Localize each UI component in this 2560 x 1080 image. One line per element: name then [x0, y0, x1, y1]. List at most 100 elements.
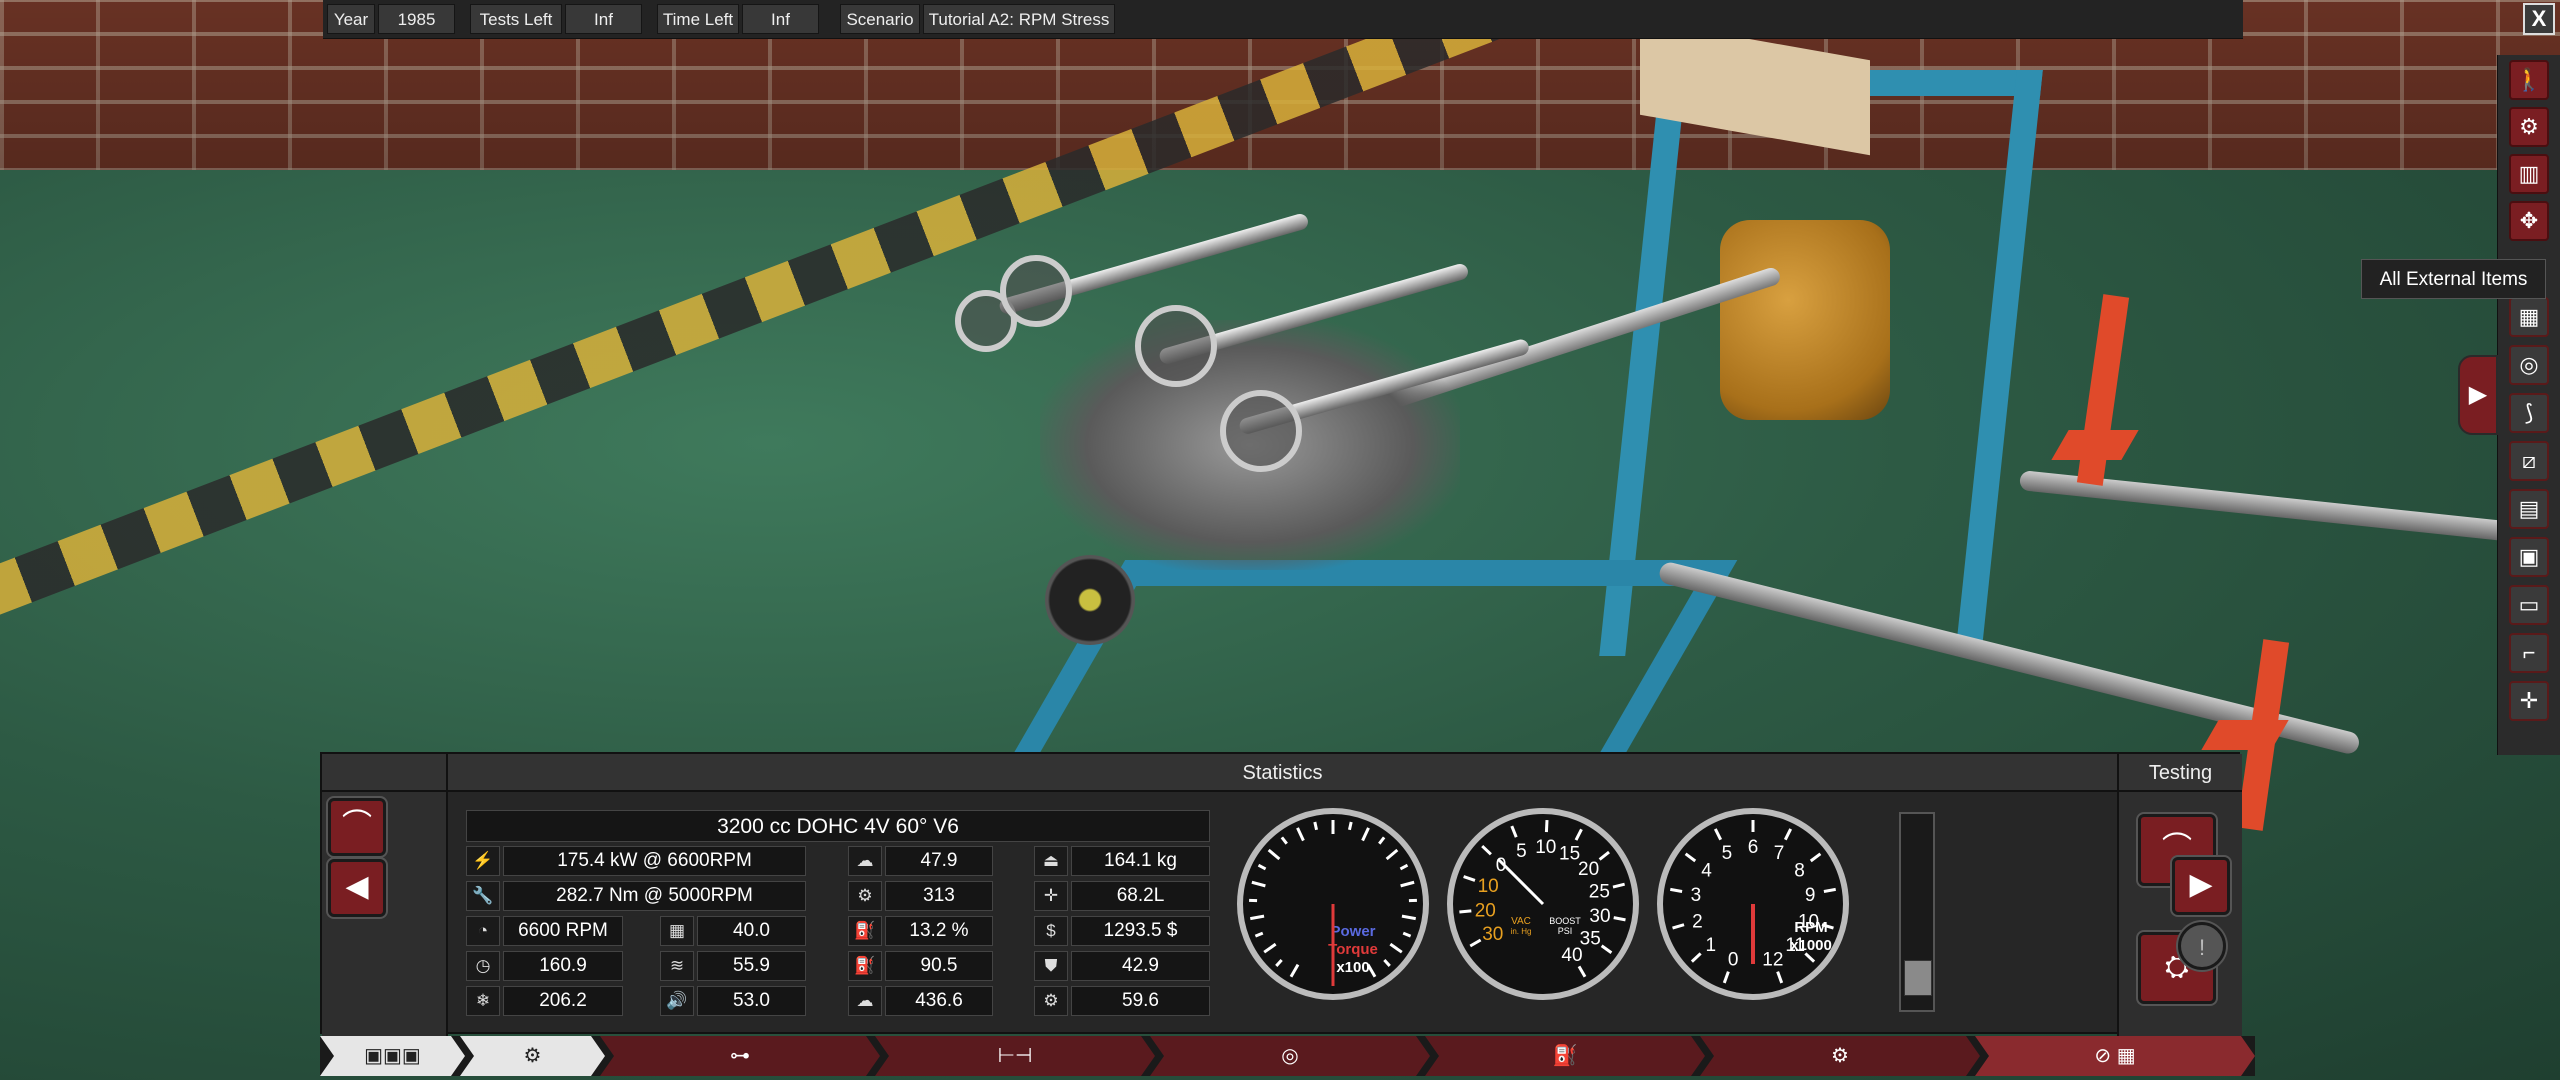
gauge-tick	[1690, 952, 1702, 963]
gauge-tick	[1361, 827, 1370, 842]
cylinder-head-icon[interactable]: ✥	[2509, 201, 2549, 241]
box-icon[interactable]: ▣	[2509, 537, 2549, 577]
gauge-tick	[1684, 852, 1697, 863]
gauge-tick	[1544, 820, 1549, 833]
gauge-tick-label: 30	[1482, 924, 1503, 945]
left-nav-column: ⌒ ◀	[322, 754, 448, 1036]
piston-icon[interactable]: ▥	[2509, 154, 2549, 194]
move-icon[interactable]: ✛	[2509, 681, 2549, 721]
tab-bottom-end[interactable]: ⚙	[460, 1036, 605, 1076]
cost-value: 1293.5 $	[1071, 916, 1210, 946]
warning-icon[interactable]: !	[2178, 922, 2226, 970]
gauge-tick	[1809, 852, 1822, 863]
gauge-tick	[1289, 963, 1300, 978]
stat-value: 436.6	[885, 986, 993, 1016]
gauge-tick	[1510, 825, 1518, 838]
gauge-tick	[1783, 828, 1793, 841]
top-info-bar: Year 1985 Tests Left Inf Time Left Inf S…	[323, 0, 2555, 39]
power-torque-gauge: Power Torque x100	[1237, 808, 1429, 1000]
tab-testing[interactable]: ⊘ ▦	[1975, 1036, 2255, 1076]
next-button[interactable]: ▶	[2172, 857, 2230, 915]
gauge-tick	[1713, 828, 1723, 841]
engine-block-icon[interactable]: ▦	[2509, 297, 2549, 337]
gauge-tick	[1402, 931, 1412, 938]
crankshaft-icon[interactable]: ⚙	[2509, 107, 2549, 147]
turbo-icon[interactable]: ◎	[2509, 345, 2549, 385]
tab-aspiration[interactable]: ◎	[1150, 1036, 1430, 1076]
gauge-tick	[1347, 821, 1353, 831]
radiator-icon: ▦	[660, 916, 694, 946]
gauge-tick	[1389, 942, 1403, 954]
intake-icon[interactable]: ⟆	[2509, 393, 2549, 433]
tab-block[interactable]: ▣▣▣	[320, 1036, 465, 1076]
gauge-tick	[1257, 863, 1267, 871]
gauge-tick	[1378, 836, 1386, 845]
gauge-tick	[1400, 880, 1415, 888]
testing-title: Testing	[2119, 754, 2242, 792]
gauge-tick	[1383, 959, 1391, 967]
crank-pulley	[1045, 555, 1135, 645]
power-label: Power	[1330, 923, 1375, 940]
gauge-tick	[1613, 916, 1626, 922]
stat-value: 40.0	[697, 916, 806, 946]
previous-button[interactable]: ◀	[328, 859, 386, 917]
tab-fuel[interactable]: ⛽	[1425, 1036, 1705, 1076]
stat-value: 206.2	[503, 986, 623, 1016]
gauge-tick-label: 5	[1516, 841, 1527, 862]
gauge-tick-label: 5	[1722, 843, 1733, 864]
engine-name: 3200 cc DOHC 4V 60° V6	[466, 810, 1210, 842]
gauge-tick-label: 4	[1701, 860, 1712, 881]
gauge-tick	[1280, 836, 1288, 845]
stat-value: 90.5	[885, 951, 993, 981]
exhaust-icon[interactable]: ⧄	[2509, 441, 2549, 481]
gauge-tick	[1385, 848, 1399, 861]
stat-value: 55.9	[697, 951, 806, 981]
gauge-tick	[1254, 931, 1264, 938]
tab-exhaust[interactable]: ⚙	[1700, 1036, 1980, 1076]
gauge-tick-label: 0	[1728, 950, 1739, 971]
weight-value: 164.1 kg	[1071, 846, 1210, 876]
tachometer-icon: ◔	[466, 916, 500, 946]
gauge-tick-label: 11	[1785, 935, 1805, 956]
gauge-scale: x100	[1336, 959, 1369, 976]
gauge-tick	[1296, 827, 1305, 842]
radiator-icon[interactable]: ▤	[2509, 489, 2549, 529]
walker-icon[interactable]: 🚶	[2509, 60, 2549, 100]
wrench-icon: 🔧	[466, 881, 500, 911]
rpm-gauge: RPM x1000 0 1 2 3 4 5 6 7 8 9 10 11 12	[1657, 808, 1849, 1000]
gauge-tick	[1612, 882, 1625, 889]
power-value: 175.4 kW @ 6600RPM	[503, 846, 806, 876]
tray-icon[interactable]: ▭	[2509, 585, 2549, 625]
throttle-slider[interactable]	[1899, 812, 1935, 1012]
gauge-tick-label: 25	[1589, 881, 1610, 902]
gauge-tick-label: 10	[1798, 912, 1819, 933]
design-stage-tabs: ▣▣▣ ⚙ ⊶ ⊢⊣ ◎ ⛽ ⚙ ⊘ ▦	[320, 1036, 2255, 1076]
gauge-tick	[1401, 914, 1416, 921]
tab-timing[interactable]: ⊢⊣	[875, 1036, 1155, 1076]
graph-button[interactable]: ⌒	[328, 798, 386, 856]
bracket-icon[interactable]: ⌐	[2509, 633, 2549, 673]
gauge-tick-label: 8	[1794, 860, 1805, 881]
volume-value: 68.2L	[1071, 881, 1210, 911]
gauge-tick	[1399, 863, 1409, 871]
cam-gear	[1000, 255, 1072, 327]
boost-gauge: VAC in. Hg BOOST PSI 30 20 10 0 5 10 15 20 25 30 3…	[1447, 808, 1639, 1000]
right-toolbar: 🚶 ⚙ ▥ ✥ ▦ ◎ ⟆ ⧄ ▤ ▣ ▭ ⌐ ✛	[2497, 55, 2560, 755]
tab-top-end[interactable]: ⊶	[600, 1036, 880, 1076]
close-button[interactable]: X	[2523, 3, 2555, 35]
expand-toolbar-tab[interactable]: ▶	[2458, 355, 2498, 435]
gauge-tick	[1463, 875, 1476, 882]
dynamometer	[1720, 220, 1890, 420]
boost-label: BOOST	[1549, 916, 1581, 926]
gauge-tick	[1275, 959, 1283, 967]
slider-thumb[interactable]	[1904, 959, 1932, 996]
gauge-tick	[1459, 909, 1472, 914]
gauge-tick	[1251, 880, 1266, 888]
power-icon: ⚡	[466, 846, 500, 876]
vac-label: VAC	[1511, 916, 1531, 927]
gauge-tick-label: 7	[1774, 843, 1785, 864]
gauge-tick	[1598, 850, 1610, 861]
stat-value: 59.6	[1071, 986, 1210, 1016]
stat-value: 160.9	[503, 951, 623, 981]
gauge-tick	[1776, 971, 1784, 984]
